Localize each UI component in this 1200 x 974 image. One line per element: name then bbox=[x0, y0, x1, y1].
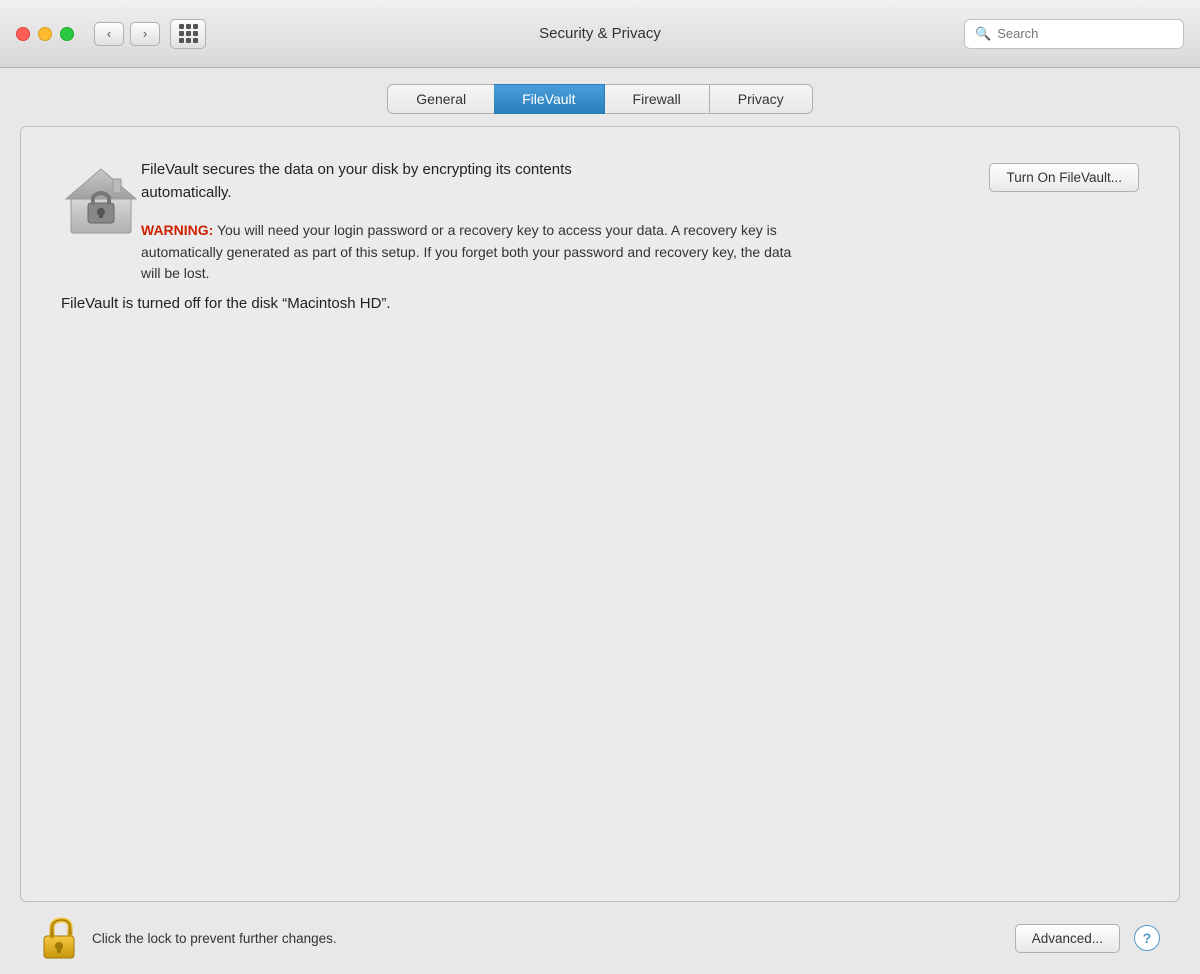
tab-general[interactable]: General bbox=[387, 84, 494, 114]
traffic-lights bbox=[16, 27, 74, 41]
lock-status-text: Click the lock to prevent further change… bbox=[92, 931, 1001, 946]
filevault-status: FileVault is turned off for the disk “Ma… bbox=[61, 295, 1139, 312]
lock-icon[interactable] bbox=[40, 916, 78, 960]
filevault-warning: WARNING: You will need your login passwo… bbox=[141, 220, 801, 285]
warning-text: You will need your login password or a r… bbox=[141, 222, 791, 281]
filevault-icon bbox=[61, 159, 141, 239]
text-and-warning: FileVault secures the data on your disk … bbox=[141, 159, 989, 285]
tab-firewall[interactable]: Firewall bbox=[605, 84, 710, 114]
window-title: Security & Privacy bbox=[539, 25, 661, 42]
help-button[interactable]: ? bbox=[1134, 925, 1160, 951]
nav-buttons: ‹ › bbox=[94, 22, 160, 46]
filevault-description: FileVault secures the data on your disk … bbox=[141, 159, 661, 204]
filevault-content: FileVault secures the data on your disk … bbox=[61, 159, 1139, 312]
maximize-button[interactable] bbox=[60, 27, 74, 41]
content-panel: FileVault secures the data on your disk … bbox=[20, 126, 1180, 902]
forward-button[interactable]: › bbox=[130, 22, 160, 46]
tab-privacy[interactable]: Privacy bbox=[710, 84, 813, 114]
grid-button[interactable] bbox=[170, 19, 206, 49]
minimize-button[interactable] bbox=[38, 27, 52, 41]
top-row: FileVault secures the data on your disk … bbox=[61, 159, 1139, 285]
titlebar: ‹ › Security & Privacy 🔍 bbox=[0, 0, 1200, 68]
turn-on-filevault-button[interactable]: Turn On FileVault... bbox=[989, 163, 1139, 192]
back-button[interactable]: ‹ bbox=[94, 22, 124, 46]
grid-icon bbox=[179, 24, 198, 43]
advanced-button[interactable]: Advanced... bbox=[1015, 924, 1120, 953]
bottom-bar: Click the lock to prevent further change… bbox=[20, 902, 1180, 974]
tab-bar: General FileVault Firewall Privacy bbox=[20, 84, 1180, 114]
search-input[interactable] bbox=[997, 26, 1173, 41]
main-container: General FileVault Firewall Privacy bbox=[0, 68, 1200, 974]
search-icon: 🔍 bbox=[975, 26, 991, 42]
close-button[interactable] bbox=[16, 27, 30, 41]
tab-filevault[interactable]: FileVault bbox=[494, 84, 604, 114]
warning-label: WARNING: bbox=[141, 222, 213, 238]
search-box[interactable]: 🔍 bbox=[964, 19, 1184, 49]
